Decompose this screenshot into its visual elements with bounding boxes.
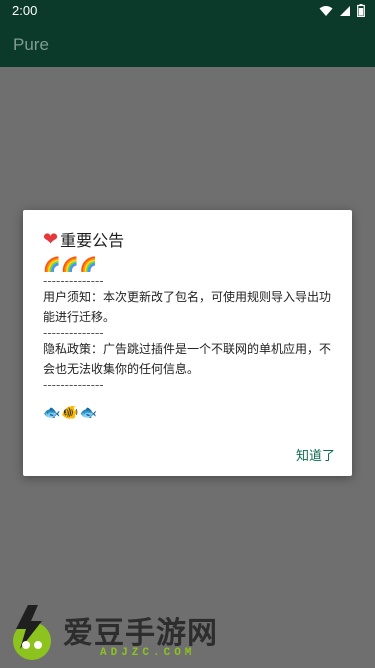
watermark-domain: ADJZC.COM	[100, 647, 196, 659]
user-notice-text: 用户须知：本次更新改了包名，可使用规则导入导出功能进行迁移。	[43, 290, 332, 324]
divider-line: --------------	[43, 378, 104, 392]
rainbow-emoji-line: 🌈🌈🌈	[43, 257, 99, 273]
fish-emoji-line: 🐟🐠🐟	[43, 405, 99, 421]
watermark-brand: 爱豆手游网	[63, 617, 218, 650]
wifi-icon	[319, 5, 333, 16]
status-icons	[319, 4, 365, 17]
app-title: Pure	[13, 35, 49, 54]
dialog-content: 🌈🌈🌈 -------------- 用户须知：本次更新改了包名，可使用规则导入…	[43, 255, 339, 423]
divider-line: --------------	[43, 274, 104, 288]
app-bar: Pure	[0, 24, 375, 67]
dialog-title-text: 重要公告	[60, 231, 125, 250]
dialog-title: ❤ 重要公告	[43, 227, 124, 251]
announcement-dialog: ❤ 重要公告 🌈🌈🌈 -------------- 用户须知：本次更新改了包名，…	[23, 210, 352, 476]
divider-line: --------------	[43, 326, 104, 340]
watermark: 爱豆手游网 ADJZC.COM	[8, 603, 268, 665]
battery-icon	[357, 4, 365, 17]
lightning-logo-icon	[13, 605, 51, 660]
status-time: 2:00	[12, 3, 38, 18]
status-bar: 2:00	[0, 0, 375, 24]
got-it-button[interactable]: 知道了	[296, 445, 335, 464]
heart-icon: ❤	[43, 228, 59, 250]
signal-icon	[340, 5, 350, 16]
privacy-policy-text: 隐私政策：广告跳过插件是一个不联网的单机应用，不会也无法收集你的任何信息。	[43, 342, 332, 376]
